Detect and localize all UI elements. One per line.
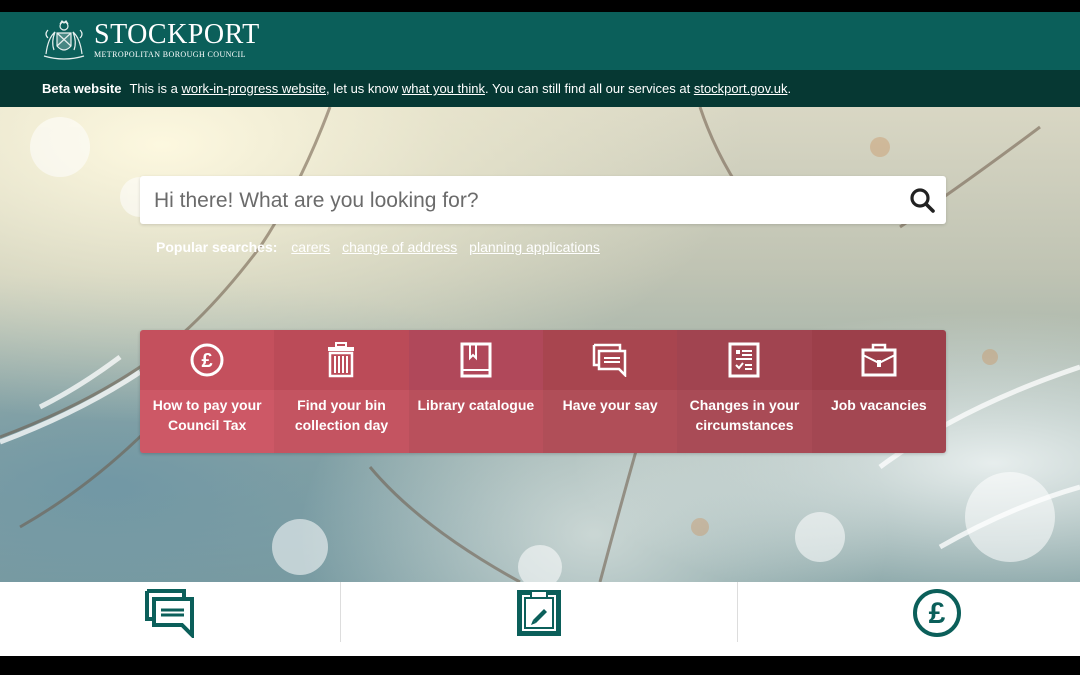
search-icon	[910, 188, 935, 213]
bottom-section-contact[interactable]	[0, 582, 340, 644]
popular-searches: Popular searches: carers change of addre…	[156, 239, 608, 255]
chat-bubbles-icon	[592, 343, 627, 377]
bin-icon	[328, 342, 355, 378]
tile-label: Have your say	[542, 390, 678, 453]
pound-circle-icon: £	[913, 589, 961, 637]
council-logo[interactable]: STOCKPORT METROPOLITAN BOROUGH COUNCIL	[40, 18, 260, 62]
briefcase-icon	[861, 343, 897, 377]
quick-links: £ How to pay your Council Tax Find your …	[140, 330, 946, 453]
tile-changes-circumstances[interactable]: Changes in your circumstances	[677, 330, 812, 453]
tile-bin-collection[interactable]: Find your bin collection day	[274, 330, 409, 453]
feedback-link[interactable]: what you think	[402, 81, 485, 96]
logo-subtitle: METROPOLITAN BOROUGH COUNCIL	[94, 50, 246, 59]
beta-banner: Beta website This is a work-in-progress w…	[0, 70, 1080, 107]
tile-library[interactable]: Library catalogue	[408, 330, 543, 453]
site-header: STOCKPORT METROPOLITAN BOROUGH COUNCIL	[0, 12, 1080, 70]
tile-job-vacancies[interactable]: Job vacancies	[811, 330, 946, 453]
hero-section: Popular searches: carers change of addre…	[0, 107, 1080, 582]
tile-label: Library catalogue	[408, 390, 543, 453]
popular-search-link[interactable]: planning applications	[469, 239, 600, 255]
tile-label: Find your bin collection day	[274, 390, 409, 453]
beta-text: , let us know	[326, 81, 402, 96]
beta-text: This is a	[129, 81, 182, 96]
beta-label: Beta website	[42, 81, 122, 96]
tile-council-tax[interactable]: £ How to pay your Council Tax	[140, 330, 275, 453]
search-bar	[140, 176, 946, 226]
tile-have-your-say[interactable]: Have your say	[542, 330, 678, 453]
main-site-link[interactable]: stockport.gov.uk	[694, 81, 788, 96]
popular-searches-label: Popular searches:	[156, 239, 278, 255]
coat-of-arms-icon	[43, 20, 85, 60]
book-icon	[460, 342, 492, 378]
tile-label: Job vacancies	[811, 390, 946, 453]
bottom-sections: £	[0, 582, 1080, 656]
bottom-section-report[interactable]	[341, 582, 737, 644]
checklist-icon	[728, 342, 760, 378]
popular-search-link[interactable]: change of address	[342, 239, 457, 255]
tile-label: How to pay your Council Tax	[140, 390, 275, 453]
bottom-black-bar	[0, 656, 1080, 675]
logo-title: STOCKPORT	[94, 19, 260, 50]
search-button[interactable]	[908, 186, 936, 214]
svg-text:£: £	[929, 597, 946, 630]
chat-bubbles-icon	[145, 589, 194, 638]
popular-search-link[interactable]: carers	[291, 239, 330, 255]
top-black-bar	[0, 0, 1080, 12]
svg-text:£: £	[202, 350, 213, 372]
tile-label: Changes in your circumstances	[677, 390, 812, 453]
beta-text: . You can still find all our services at	[484, 81, 694, 96]
clipboard-edit-icon	[517, 590, 561, 636]
beta-text: .	[787, 81, 792, 96]
pound-circle-icon: £	[190, 343, 224, 377]
bottom-section-pay[interactable]: £	[738, 582, 1080, 644]
search-input[interactable]	[152, 176, 896, 226]
work-in-progress-link[interactable]: work-in-progress website	[182, 81, 327, 96]
